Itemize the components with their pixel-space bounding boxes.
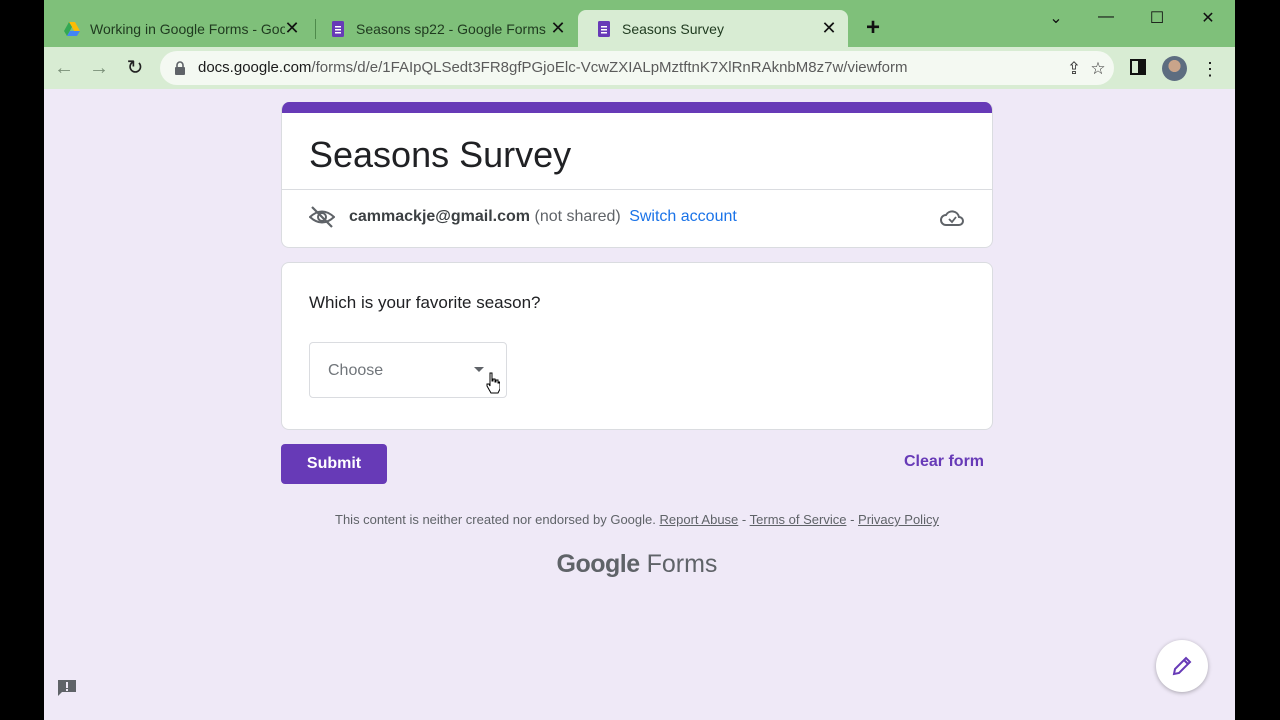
tab-strip: Working in Google Forms - Goog ✕ Seasons… [44, 0, 1235, 47]
dropdown-placeholder: Choose [328, 362, 384, 379]
not-shared-eye-icon [309, 206, 335, 228]
google-forms-icon [330, 20, 346, 37]
hand-pointer-cursor-icon [486, 372, 500, 394]
feedback-icon[interactable] [56, 678, 78, 698]
tab-title: Seasons sp22 - Google Forms [356, 20, 546, 37]
account-row: cammackje@gmail.com (not shared) Switch … [282, 190, 992, 247]
submit-button[interactable]: Submit [281, 444, 387, 484]
maximize-icon[interactable]: ☐ [1142, 8, 1172, 28]
google-forms-logo: Google Forms [44, 550, 1230, 579]
brand-google: Google [556, 550, 641, 578]
url-text: docs.google.com/forms/d/e/1FAIpQLSedt3FR… [198, 59, 907, 76]
question-card: Which is your favorite season? Choose [281, 262, 993, 430]
close-window-icon[interactable]: ✕ [1193, 8, 1223, 28]
browser-toolbar: ← → ↻ docs.google.com/forms/d/e/1FAIpQLS… [44, 47, 1235, 89]
form-page: Seasons Survey cammackje@gmail.com (not … [44, 89, 1235, 720]
account-note: (not shared) [534, 208, 621, 225]
question-label: Which is your favorite season? [309, 293, 541, 312]
profile-avatar[interactable] [1162, 56, 1187, 81]
tab-seasons-sp22[interactable]: Seasons sp22 - Google Forms ✕ [312, 10, 577, 47]
report-abuse-link[interactable]: Report Abuse [660, 512, 739, 527]
season-dropdown[interactable]: Choose [309, 342, 507, 398]
clear-form-button[interactable]: Clear form [904, 453, 984, 471]
switch-account-link[interactable]: Switch account [629, 208, 737, 225]
form-header-card: Seasons Survey cammackje@gmail.com (not … [281, 102, 993, 248]
reload-icon[interactable]: ↻ [124, 57, 146, 79]
google-forms-icon [596, 20, 612, 37]
lock-icon [175, 61, 185, 75]
tab-title: Working in Google Forms - Goog [90, 20, 285, 37]
footer-separator: - [850, 512, 855, 527]
tab-search-icon[interactable]: ⌄ [1041, 8, 1071, 28]
tab-working-in-google-forms[interactable]: Working in Google Forms - Goog ✕ [46, 10, 311, 47]
close-tab-icon[interactable]: ✕ [820, 19, 838, 37]
forward-icon[interactable]: → [88, 57, 110, 79]
back-icon[interactable]: ← [53, 57, 75, 79]
url-host: docs.google.com [198, 59, 312, 76]
bookmark-star-icon[interactable]: ☆ [1088, 59, 1108, 79]
google-drive-icon [64, 21, 80, 37]
edit-form-button[interactable] [1156, 640, 1208, 692]
side-panel-icon[interactable] [1128, 59, 1148, 79]
disclaimer-text: This content is neither created nor endo… [335, 512, 656, 527]
minimize-icon[interactable]: — [1091, 8, 1121, 28]
new-tab-icon[interactable]: + [862, 16, 884, 40]
pencil-icon [1172, 656, 1192, 676]
account-info: cammackje@gmail.com (not shared) Switch … [349, 208, 737, 226]
terms-of-service-link[interactable]: Terms of Service [750, 512, 847, 527]
browser-window: Working in Google Forms - Goog ✕ Seasons… [44, 0, 1235, 720]
account-email: cammackje@gmail.com [349, 208, 531, 225]
close-tab-icon[interactable]: ✕ [549, 19, 567, 37]
menu-dots-icon[interactable]: ⋮ [1200, 59, 1220, 79]
footer-disclaimer: This content is neither created nor endo… [44, 512, 1230, 527]
share-icon[interactable]: ⇪ [1064, 59, 1084, 79]
dropdown-arrow-icon [474, 367, 484, 372]
address-bar[interactable]: docs.google.com/forms/d/e/1FAIpQLSedt3FR… [160, 51, 1114, 85]
tab-title: Seasons Survey [622, 20, 724, 37]
accent-band [282, 102, 992, 113]
privacy-policy-link[interactable]: Privacy Policy [858, 512, 939, 527]
url-path: /forms/d/e/1FAIpQLSedt3FR8gfPGjoElc-VcwZ… [311, 59, 908, 76]
brand-forms: Forms [646, 550, 718, 578]
footer-separator: - [741, 512, 747, 527]
cloud-save-icon [940, 210, 964, 226]
form-title: Seasons Survey [309, 134, 572, 175]
tab-seasons-survey[interactable]: Seasons Survey ✕ [578, 10, 848, 47]
close-tab-icon[interactable]: ✕ [283, 19, 301, 37]
